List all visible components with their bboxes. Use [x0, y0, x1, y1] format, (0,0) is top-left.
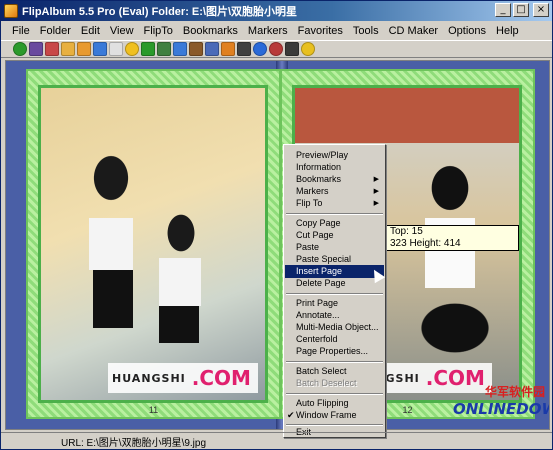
disc-icon[interactable] [269, 42, 283, 56]
flipalbum-window: FlipAlbum 5.5 Pro (Eval) Folder: E:\图片\双… [0, 0, 553, 450]
cm-batch-deselect: Batch Deselect [296, 378, 357, 388]
menu-view[interactable]: View [105, 25, 139, 37]
menu-markers[interactable]: Markers [243, 25, 293, 37]
menu-cd-maker[interactable]: CD Maker [384, 25, 444, 37]
cm-separator [286, 213, 383, 215]
cm-flip-to[interactable]: Flip To ▶ [285, 197, 384, 210]
envelope-icon[interactable] [45, 42, 59, 56]
flipalbum-app-icon [4, 4, 18, 18]
cm-separator [286, 393, 383, 395]
window-title: FlipAlbum 5.5 Pro (Eval) Folder: E:\图片\双… [22, 6, 298, 18]
grid-icon[interactable] [157, 42, 171, 56]
camera-icon[interactable] [285, 42, 299, 56]
pencil-icon[interactable] [173, 42, 187, 56]
music-icon[interactable] [221, 42, 235, 56]
menu-file[interactable]: File [7, 25, 35, 37]
menu-flipto[interactable]: FlipTo [139, 25, 178, 37]
cm-separator [286, 361, 383, 363]
onlinedown-logo-en: ONLINEDOWN [453, 400, 549, 418]
film-icon[interactable] [237, 42, 251, 56]
minimize-button[interactable]: _ [495, 3, 511, 17]
menu-bookmarks[interactable]: Bookmarks [178, 25, 243, 37]
tooltip-line-1: Top: 15 [390, 226, 423, 237]
tooltip-line-2: 323 Height: 414 [390, 238, 461, 249]
left-page[interactable]: HUANGSHI .COM 11 [26, 69, 281, 419]
maximize-button[interactable]: □ [513, 3, 529, 17]
submenu-arrow-icon: ▶ [373, 200, 379, 207]
right-page-number: 12 [402, 405, 413, 415]
dimension-tooltip: Top: 15 323 Height: 414 [379, 225, 519, 251]
cm-page-properties[interactable]: Page Properties... [285, 345, 384, 358]
cm-separator [286, 293, 383, 295]
onlinedown-logo-cn: 华军软件园 [484, 385, 545, 399]
folder-open-icon[interactable] [77, 42, 91, 56]
brush-icon[interactable] [189, 42, 203, 56]
left-page-number: 11 [148, 405, 159, 415]
left-page-watermark: HUANGSHI .COM [108, 363, 258, 393]
help-icon[interactable] [301, 42, 315, 56]
menu-tools[interactable]: Tools [348, 25, 384, 37]
text-icon[interactable] [141, 42, 155, 56]
menu-options[interactable]: Options [443, 25, 491, 37]
page-icon[interactable] [109, 42, 123, 56]
sun-icon[interactable] [125, 42, 139, 56]
book-icon[interactable] [29, 42, 43, 56]
menu-folder[interactable]: Folder [35, 25, 76, 37]
left-page-photo-frame [38, 85, 268, 403]
status-bar: URL: E:\图片\双胞胎小明星\9.jpg [1, 432, 552, 449]
table-icon[interactable] [205, 42, 219, 56]
onlinedown-logo: 华军软件园 ONLINEDOWN [453, 383, 549, 423]
cm-window-frame[interactable]: ✔ Window Frame [285, 409, 384, 422]
checkmark-icon: ✔ [287, 410, 295, 420]
watermark-com: .COM [191, 366, 251, 390]
menu-favorites[interactable]: Favorites [293, 25, 348, 37]
title-bar[interactable]: FlipAlbum 5.5 Pro (Eval) Folder: E:\图片\双… [1, 1, 552, 21]
menu-help[interactable]: Help [491, 25, 524, 37]
window-controls: _ □ × [495, 3, 549, 17]
page-context-menu: Preview/Play Information Bookmarks ▶ Mark… [283, 144, 386, 438]
toolbar [1, 40, 552, 58]
globe-icon[interactable] [253, 42, 267, 56]
cm-delete-page[interactable]: Delete Page [285, 277, 384, 290]
close-button[interactable]: × [533, 3, 549, 17]
menu-bar: File Folder Edit View FlipTo Bookmarks M… [1, 21, 552, 40]
watermark-text: HUANGSHI [112, 371, 186, 385]
green-circle-icon[interactable] [13, 42, 27, 56]
folder-icon[interactable] [61, 42, 75, 56]
menu-edit[interactable]: Edit [76, 25, 105, 37]
left-page-photo [41, 88, 265, 400]
status-url: URL: E:\图片\双胞胎小明星\9.jpg [61, 437, 207, 449]
image-icon[interactable] [93, 42, 107, 56]
